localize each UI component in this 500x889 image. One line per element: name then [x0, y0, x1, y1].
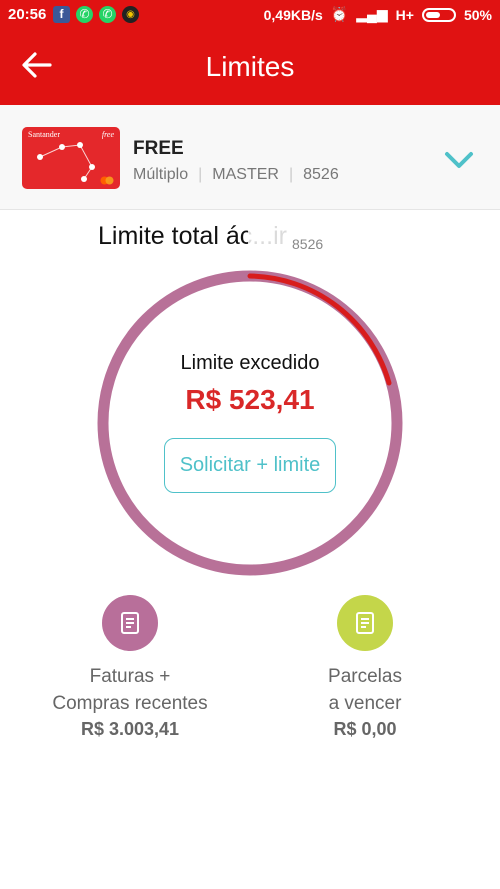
invoices-label-line2: Compras recentes — [52, 693, 208, 714]
page-title: Limites — [205, 51, 295, 82]
installments-value: R$ 0,00 — [333, 719, 397, 739]
limit-exceeded-value: R$ 523,41 — [185, 384, 315, 415]
status-bar: 20:56 f ✆ ✆ ◉ 0,49KB/s ⏰ ▂▄▆ H+ 50% — [0, 0, 500, 30]
invoices-value: R$ 3.003,41 — [80, 719, 180, 739]
status-app-icons: f ✆ ✆ ◉ — [53, 6, 139, 23]
limit-ring-gauge — [97, 270, 403, 576]
network-speed: 0,49KB/s — [263, 6, 323, 23]
request-limit-button[interactable]: Solicitar + limite — [164, 438, 336, 493]
separator: | — [288, 166, 294, 183]
card-brand: MASTER — [212, 166, 279, 183]
card-details: Múltiplo | MASTER | 8526 — [133, 166, 339, 184]
whatsapp-icon: ✆ — [76, 6, 93, 23]
credit-card-image: Santander free — [22, 127, 120, 189]
installments-summary[interactable]: Parcelas a vencer R$ 0,00 — [265, 595, 465, 740]
invoices-label-line1: Faturas + — [89, 666, 171, 687]
battery-icon — [421, 7, 456, 22]
signal-icon: ▂▄▆ — [356, 6, 388, 22]
separator: | — [198, 166, 203, 183]
status-time: 20:56 — [8, 6, 47, 23]
limit-subtitle: 8526 — [292, 236, 324, 252]
invoices-summary[interactable]: Faturas + Compras recentes R$ 3.003,41 — [30, 595, 230, 740]
document-icon — [102, 595, 158, 651]
facebook-icon: f — [53, 6, 70, 23]
mastercard-icon — [100, 176, 114, 185]
status-right: 0,49KB/s ⏰ ▂▄▆ H+ 50% — [264, 6, 492, 23]
app-bar: Limites — [0, 30, 500, 105]
whatsapp-icon: ✆ — [99, 6, 116, 23]
camera-icon: ◉ — [122, 6, 139, 23]
network-type: H+ — [395, 6, 414, 23]
chevron-down-icon[interactable] — [441, 145, 477, 175]
overlay-artifact — [248, 212, 413, 262]
card-type: Múltiplo — [133, 166, 189, 183]
limit-status: Limite excedido — [180, 352, 320, 374]
alarm-icon: ⏰ — [330, 6, 349, 22]
document-icon — [337, 595, 393, 651]
installments-label-line2: a vencer — [328, 693, 402, 714]
card-name: FREE — [133, 138, 184, 159]
card-selector[interactable]: Santander free FREE Múltiplo | MASTER | … — [0, 105, 500, 210]
installments-label-line1: Parcelas — [328, 666, 402, 687]
battery-level: 50% — [463, 6, 492, 23]
card-last-digits: 8526 — [303, 166, 339, 183]
